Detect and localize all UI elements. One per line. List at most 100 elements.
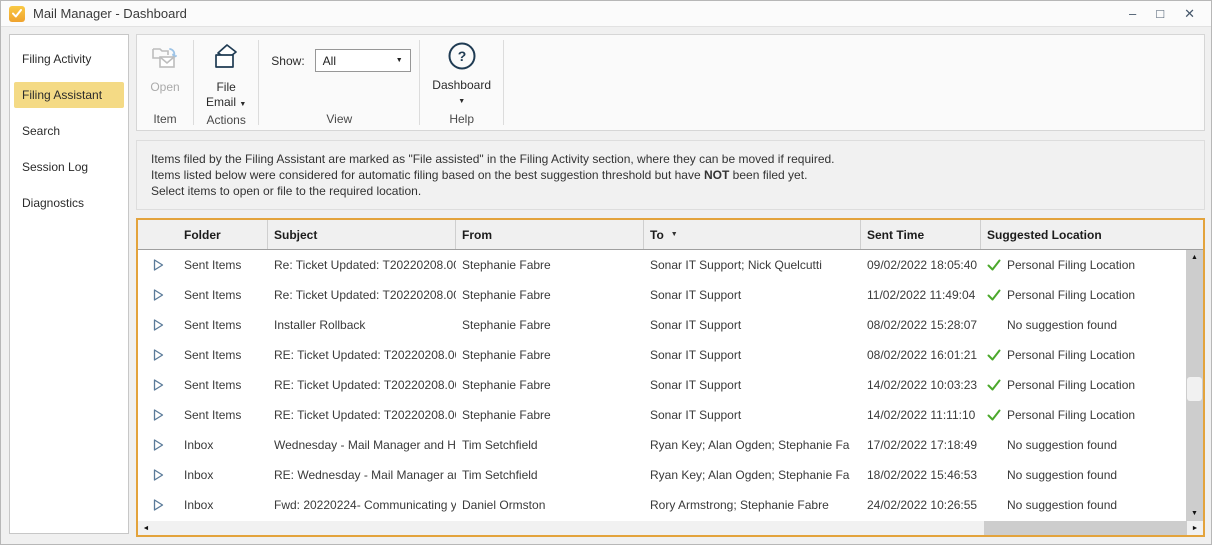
header-subject[interactable]: Subject [268,220,456,249]
show-filter-dropdown[interactable]: All ▼ [315,49,411,72]
app-window: Mail Manager - Dashboard – □ ✕ Filing Ac… [0,0,1212,545]
ribbon-group-help: ? Dashboard ▼ Help [420,35,503,130]
header-suggested-location[interactable]: Suggested Location [981,220,1203,249]
header-to[interactable]: To ▼ [644,220,861,249]
cell-from: Stephanie Fabre [456,408,644,422]
close-button[interactable]: ✕ [1184,7,1195,20]
cell-to: Ryan Key; Alan Ogden; Stephanie Fa [644,468,861,482]
header-sent-time[interactable]: Sent Time [861,220,981,249]
horizontal-scrollbar-thumb[interactable] [153,521,984,535]
expand-row-button[interactable] [138,349,178,361]
check-icon [987,349,1001,361]
suggestion-text: Personal Filing Location [1007,258,1135,272]
cell-to: Sonar IT Support [644,378,861,392]
header-from[interactable]: From [456,220,644,249]
suggestion-text: No suggestion found [1007,438,1117,452]
cell-to: Rory Armstrong; Stephanie Fabre [644,498,861,512]
vertical-scrollbar[interactable]: ▲ ▼ [1186,250,1203,521]
cell-folder: Sent Items [178,378,268,392]
table-row[interactable]: Sent Items RE: Ticket Updated: T20220208… [138,400,1186,430]
expand-triangle-icon [153,469,164,481]
expand-triangle-icon [153,379,164,391]
suggestion-text: No suggestion found [1007,498,1117,512]
table-row[interactable]: Inbox Wednesday - Mail Manager and Hu Ti… [138,430,1186,460]
open-item-icon [149,41,181,77]
cell-subject: Wednesday - Mail Manager and Hu [268,438,456,452]
file-email-label-2: Email ▼ [206,95,246,112]
cell-from: Stephanie Fabre [456,288,644,302]
mail-check-icon [9,6,25,22]
file-email-button[interactable]: File Email ▼ [198,38,254,112]
sidebar-item-search[interactable]: Search [14,118,124,144]
expand-triangle-icon [153,259,164,271]
table-row[interactable]: Inbox Fwd: 20220224- Communicating yo Da… [138,490,1186,520]
show-filter-value: All [323,54,336,68]
show-label: Show: [271,54,304,68]
expand-row-button[interactable] [138,379,178,391]
expand-triangle-icon [153,319,164,331]
dashboard-help-button[interactable]: ? Dashboard ▼ [424,38,499,109]
table-body: Sent Items Re: Ticket Updated: T20220208… [138,250,1186,521]
sidebar-item-session-log[interactable]: Session Log [14,154,124,180]
scroll-up-icon[interactable]: ▲ [1186,250,1203,265]
ribbon-group-label-item: Item [141,111,189,130]
cell-folder: Inbox [178,498,268,512]
sidebar-item-diagnostics[interactable]: Diagnostics [14,190,124,216]
cell-subject: RE: Ticket Updated: T20220208.001 [268,378,456,392]
scroll-left-icon[interactable]: ◄ [138,521,154,535]
cell-subject: Installer Rollback [268,318,456,332]
file-email-label-1: File [216,80,235,95]
table-row[interactable]: Sent Items Re: Ticket Updated: T20220208… [138,250,1186,280]
cell-sent-time: 08/02/2022 15:28:07 [861,318,981,332]
expand-row-button[interactable] [138,439,178,451]
window-controls: – □ ✕ [1129,7,1203,20]
expand-row-button[interactable] [138,499,178,511]
cell-to: Ryan Key; Alan Ogden; Stephanie Fa [644,438,861,452]
cell-subject: RE: Ticket Updated: T20220208.001 [268,348,456,362]
horizontal-scrollbar[interactable]: ◄ ► [138,521,1203,535]
expand-row-button[interactable] [138,469,178,481]
open-button[interactable]: Open [141,38,189,95]
cell-from: Stephanie Fabre [456,378,644,392]
cell-folder: Sent Items [178,288,268,302]
sidebar-item-filing-activity[interactable]: Filing Activity [14,46,124,72]
table-row[interactable]: Sent Items RE: Ticket Updated: T20220208… [138,370,1186,400]
cell-sent-time: 08/02/2022 16:01:21 [861,348,981,362]
cell-to: Sonar IT Support [644,288,861,302]
check-icon [987,409,1001,421]
expand-row-button[interactable] [138,289,178,301]
expand-triangle-icon [153,289,164,301]
suggestion-text: No suggestion found [1007,468,1117,482]
table-header: Folder Subject From To ▼ Sent Time Sugge… [138,220,1203,250]
vertical-scrollbar-thumb[interactable] [1187,377,1202,401]
expand-row-button[interactable] [138,259,178,271]
cell-suggested-location: Personal Filing Location [981,288,1186,302]
info-message-box: Items filed by the Filing Assistant are … [136,140,1205,210]
sort-descending-icon: ▼ [671,231,678,238]
cell-from: Stephanie Fabre [456,258,644,272]
minimize-button[interactable]: – [1129,7,1136,20]
header-folder[interactable]: Folder [178,220,268,249]
expand-row-button[interactable] [138,319,178,331]
maximize-button[interactable]: □ [1156,7,1164,20]
table-row[interactable]: Inbox RE: Wednesday - Mail Manager and T… [138,460,1186,490]
cell-folder: Sent Items [178,408,268,422]
cell-suggested-location: No suggestion found [981,438,1186,452]
table-row[interactable]: Sent Items Re: Ticket Updated: T20220208… [138,280,1186,310]
cell-suggested-location: Personal Filing Location [981,348,1186,362]
header-expand [138,220,178,249]
window-title: Mail Manager - Dashboard [33,6,187,21]
scroll-down-icon[interactable]: ▼ [1186,506,1203,521]
open-button-label: Open [150,80,179,95]
cell-to: Sonar IT Support [644,408,861,422]
cell-sent-time: 18/02/2022 15:46:53 [861,468,981,482]
ribbon-group-view: Show: All ▼ View [259,35,419,130]
scroll-right-icon[interactable]: ► [1187,521,1203,535]
table-row[interactable]: Sent Items Installer Rollback Stephanie … [138,310,1186,340]
cell-subject: Re: Ticket Updated: T20220208.001 [268,288,456,302]
svg-text:?: ? [457,48,466,64]
expand-row-button[interactable] [138,409,178,421]
table-row[interactable]: Sent Items RE: Ticket Updated: T20220208… [138,340,1186,370]
cell-sent-time: 09/02/2022 18:05:40 [861,258,981,272]
sidebar-item-filing-assistant[interactable]: Filing Assistant [14,82,124,108]
